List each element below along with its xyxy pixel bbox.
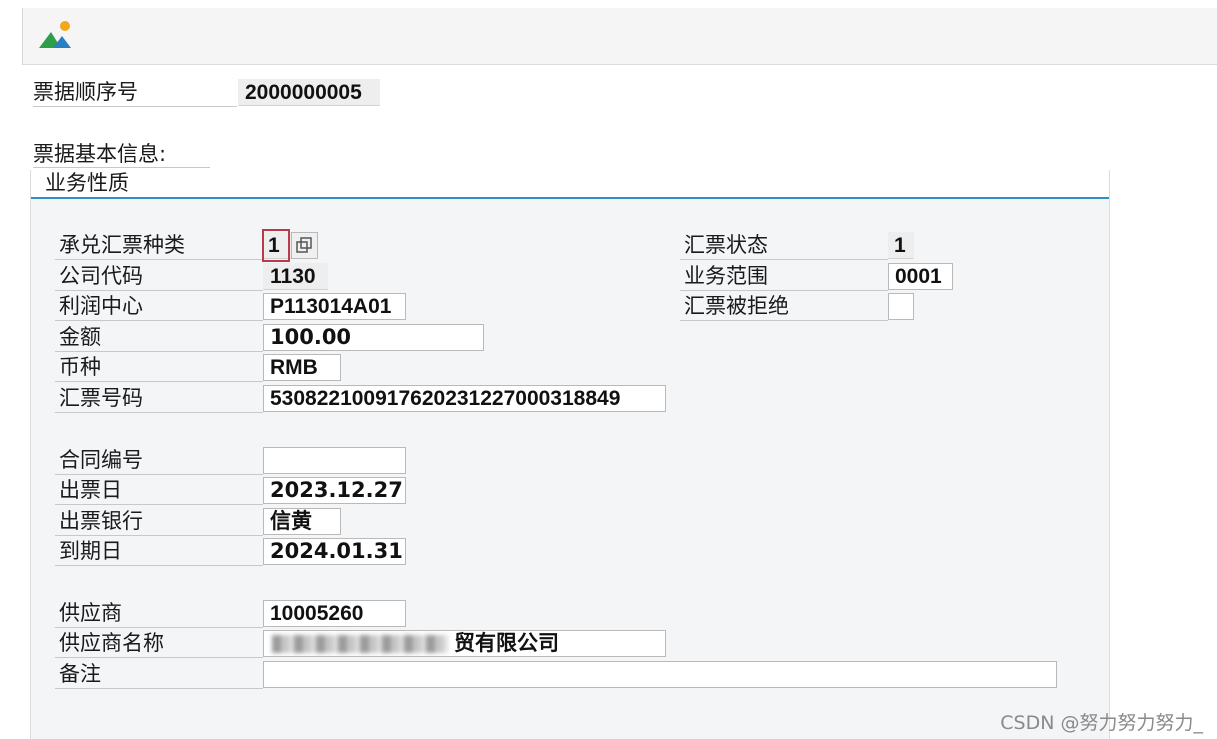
required-marker: [262, 229, 290, 262]
business-area-field[interactable]: 0001: [888, 263, 953, 290]
due-date-field[interactable]: 2024.01.31: [263, 538, 406, 565]
draft-status-field: 1: [888, 232, 914, 259]
mountain-sun-icon: [39, 21, 71, 48]
issuing-bank-field[interactable]: 信黄: [263, 508, 341, 535]
business-area-label: 业务范围: [684, 264, 768, 288]
vendor-name-label: 供应商名称: [59, 631, 164, 655]
profit-center-label: 利润中心: [59, 294, 143, 318]
contract-number-label: 合同编号: [59, 448, 143, 472]
remark-field[interactable]: [263, 661, 1057, 688]
seq-label: 票据顺序号: [33, 80, 138, 104]
panel-title: 业务性质: [45, 171, 129, 195]
currency-field[interactable]: RMB: [263, 354, 341, 381]
vendor-name-field[interactable]: 贸有限公司: [263, 630, 666, 657]
vendor-label: 供应商: [59, 601, 122, 625]
redacted-blur: [272, 635, 448, 653]
vendor-field[interactable]: 10005260: [263, 600, 406, 627]
due-date-label: 到期日: [59, 539, 122, 563]
section-label: 票据基本信息:: [33, 142, 167, 166]
issuing-bank-label: 出票银行: [59, 509, 143, 533]
draft-number-label: 汇票号码: [59, 386, 143, 410]
draft-type-label: 承兑汇票种类: [59, 233, 185, 257]
amount-field[interactable]: 100.00: [263, 324, 484, 351]
panel-header: 业务性质: [31, 170, 1109, 199]
value-help-icon[interactable]: [291, 232, 318, 259]
company-code-field: 1130: [263, 263, 328, 290]
contract-number-field[interactable]: [263, 447, 406, 474]
issue-date-field[interactable]: 2023.12.27: [263, 477, 406, 504]
toolbar: [22, 8, 1217, 65]
company-code-label: 公司代码: [59, 264, 143, 288]
draft-rejected-checkbox[interactable]: [888, 293, 914, 320]
seq-value: 2000000005: [238, 79, 380, 106]
draft-status-label: 汇票状态: [684, 233, 768, 257]
vendor-name-value: 贸有限公司: [454, 631, 559, 655]
profit-center-field[interactable]: P113014A01: [263, 293, 406, 320]
remark-label: 备注: [59, 662, 101, 686]
currency-label: 币种: [59, 355, 101, 379]
draft-number-field[interactable]: 530822100917620231227000318849: [263, 385, 666, 412]
amount-label: 金额: [59, 325, 101, 349]
watermark: CSDN @努力努力努力_: [1000, 712, 1203, 734]
issue-date-label: 出票日: [59, 478, 122, 502]
draft-rejected-label: 汇票被拒绝: [684, 294, 789, 318]
